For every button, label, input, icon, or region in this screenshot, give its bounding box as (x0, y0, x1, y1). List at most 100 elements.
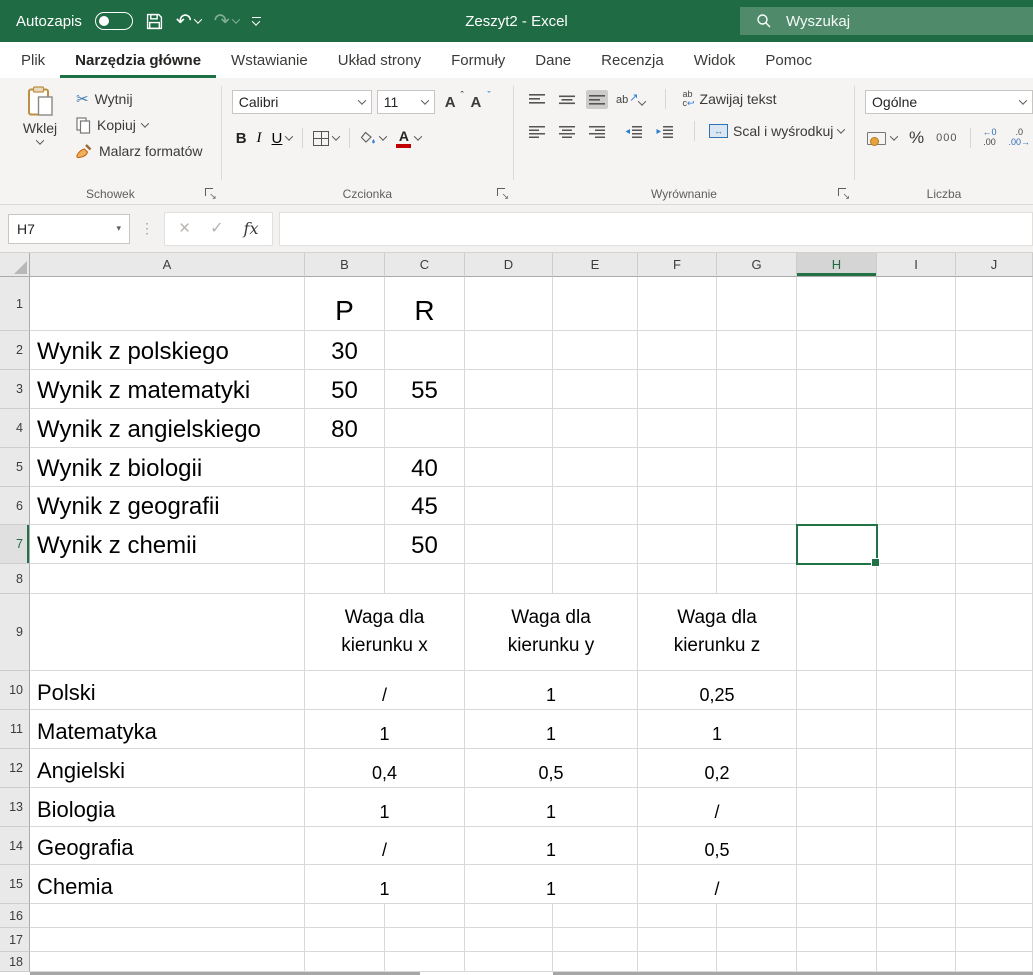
cell-G7[interactable] (717, 525, 797, 564)
merge-center-button[interactable]: ↔ Scal i wyśrodkuj (709, 123, 844, 139)
align-bottom-button[interactable] (586, 90, 608, 109)
cell-G17[interactable] (717, 928, 797, 952)
row-header-8[interactable]: 8 (0, 564, 30, 594)
align-right-button[interactable] (586, 122, 608, 141)
fill-color-button[interactable] (360, 131, 386, 145)
row-header-5[interactable]: 5 (0, 448, 30, 487)
cell-I16[interactable] (877, 904, 956, 928)
cell-B18[interactable] (305, 952, 385, 972)
cell-J2[interactable] (956, 331, 1033, 370)
cell-B3[interactable]: 50 (305, 370, 385, 409)
cell-D12[interactable]: 0,5 (465, 749, 638, 788)
insert-function-button[interactable]: fx (244, 219, 259, 238)
cell-D6[interactable] (465, 487, 553, 525)
cell-F16[interactable] (638, 904, 717, 928)
row-header-9[interactable]: 9 (0, 594, 30, 671)
cell-D1[interactable] (465, 277, 553, 331)
cell-H10[interactable] (797, 671, 877, 710)
cell-G2[interactable] (717, 331, 797, 370)
cell-E4[interactable] (553, 409, 638, 448)
cell-B9[interactable]: Waga dla kierunku x (305, 594, 465, 671)
italic-button[interactable]: I (257, 130, 262, 147)
cell-I4[interactable] (877, 409, 956, 448)
decrease-font-size-button[interactable]: Aˇ (466, 92, 487, 113)
column-header-F[interactable]: F (638, 253, 717, 277)
cell-B5[interactable] (305, 448, 385, 487)
cell-A6[interactable]: Wynik z geografii (30, 487, 305, 525)
row-header-15[interactable]: 15 (0, 865, 30, 904)
cell-I17[interactable] (877, 928, 956, 952)
cell-F1[interactable] (638, 277, 717, 331)
cell-D8[interactable] (465, 564, 553, 594)
cell-E17[interactable] (553, 928, 638, 952)
tab-uklad-strony[interactable]: Układ strony (323, 42, 436, 78)
row-header-11[interactable]: 11 (0, 710, 30, 749)
cell-J3[interactable] (956, 370, 1033, 409)
align-center-button[interactable] (556, 122, 578, 141)
cell-A7[interactable]: Wynik z chemii (30, 525, 305, 564)
row-header-10[interactable]: 10 (0, 671, 30, 710)
cell-G5[interactable] (717, 448, 797, 487)
tab-wstawianie[interactable]: Wstawianie (216, 42, 323, 78)
cell-C1[interactable]: R (385, 277, 465, 331)
autosave-toggle[interactable] (95, 12, 133, 30)
cell-F15[interactable]: / (638, 865, 797, 904)
redo-button[interactable]: ↷ (214, 12, 239, 31)
cell-G3[interactable] (717, 370, 797, 409)
cell-H7[interactable] (797, 525, 877, 564)
cell-B14[interactable]: / (305, 827, 465, 865)
cell-I1[interactable] (877, 277, 956, 331)
cell-A12[interactable]: Angielski (30, 749, 305, 788)
cell-D13[interactable]: 1 (465, 788, 638, 827)
cell-I18[interactable] (877, 952, 956, 972)
cell-D10[interactable]: 1 (465, 671, 638, 710)
cell-B8[interactable] (305, 564, 385, 594)
cell-J15[interactable] (956, 865, 1033, 904)
cell-J9[interactable] (956, 594, 1033, 671)
cell-F7[interactable] (638, 525, 717, 564)
cell-B4[interactable]: 80 (305, 409, 385, 448)
cell-E6[interactable] (553, 487, 638, 525)
cell-J12[interactable] (956, 749, 1033, 788)
cell-I2[interactable] (877, 331, 956, 370)
cell-G18[interactable] (717, 952, 797, 972)
cell-I6[interactable] (877, 487, 956, 525)
column-header-C[interactable]: C (385, 253, 465, 277)
cell-E3[interactable] (553, 370, 638, 409)
cell-J18[interactable] (956, 952, 1033, 972)
increase-indent-button[interactable] (653, 122, 676, 141)
cell-D4[interactable] (465, 409, 553, 448)
cell-I12[interactable] (877, 749, 956, 788)
clipboard-dialog-launcher[interactable] (205, 188, 216, 199)
cell-J16[interactable] (956, 904, 1033, 928)
row-header-12[interactable]: 12 (0, 749, 30, 788)
cell-C16[interactable] (385, 904, 465, 928)
cell-A17[interactable] (30, 928, 305, 952)
column-header-E[interactable]: E (553, 253, 638, 277)
cell-D7[interactable] (465, 525, 553, 564)
cell-C4[interactable] (385, 409, 465, 448)
cell-F9[interactable]: Waga dla kierunku z (638, 594, 797, 671)
tab-pomoc[interactable]: Pomoc (750, 42, 827, 78)
save-button[interactable] (146, 13, 163, 30)
cell-F11[interactable]: 1 (638, 710, 797, 749)
wrap-text-button[interactable]: ab c↩ Zawijaj tekst (682, 90, 776, 108)
row-header-13[interactable]: 13 (0, 788, 30, 827)
cell-H4[interactable] (797, 409, 877, 448)
cell-J11[interactable] (956, 710, 1033, 749)
cell-B10[interactable]: / (305, 671, 465, 710)
cell-F2[interactable] (638, 331, 717, 370)
cell-B1[interactable]: P (305, 277, 385, 331)
cell-A9[interactable] (30, 594, 305, 671)
cell-D9[interactable]: Waga dla kierunku y (465, 594, 638, 671)
fill-handle[interactable] (871, 558, 880, 567)
cell-A5[interactable]: Wynik z biologii (30, 448, 305, 487)
cell-F3[interactable] (638, 370, 717, 409)
cell-I15[interactable] (877, 865, 956, 904)
row-header-2[interactable]: 2 (0, 331, 30, 370)
decrease-decimal-button[interactable]: .0 .00→ (1009, 128, 1031, 148)
cell-A18[interactable] (30, 952, 305, 972)
cell-C6[interactable]: 45 (385, 487, 465, 525)
tab-narzedzia-glowne[interactable]: Narzędzia główne (60, 42, 216, 78)
cell-J1[interactable] (956, 277, 1033, 331)
